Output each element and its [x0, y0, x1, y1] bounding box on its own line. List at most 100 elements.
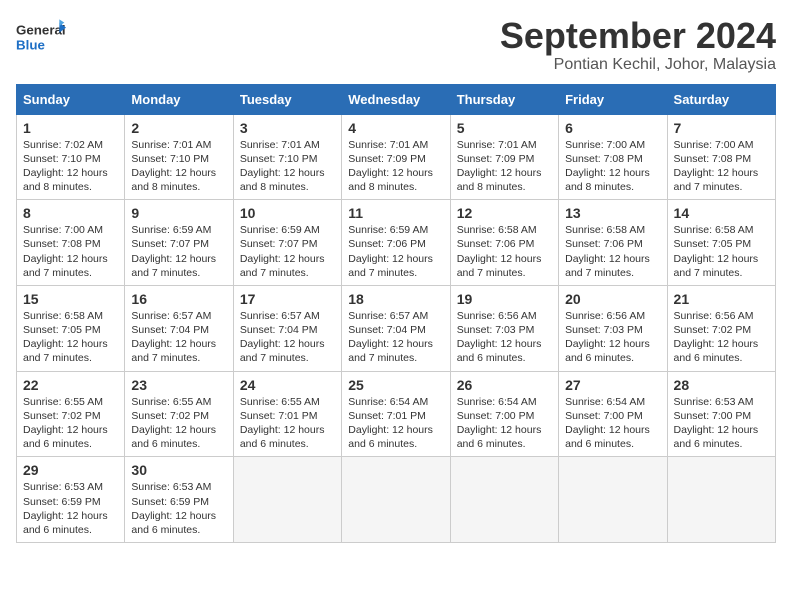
month-year-title: September 2024 — [500, 16, 776, 56]
day-info: Sunrise: 6:53 AMSunset: 6:59 PMDaylight:… — [23, 480, 118, 537]
calendar-cell: 3 Sunrise: 7:01 AMSunset: 7:10 PMDaylight… — [233, 114, 341, 200]
day-number: 6 — [565, 120, 660, 136]
day-of-week-header: Wednesday — [342, 84, 450, 114]
day-number: 1 — [23, 120, 118, 136]
day-info: Sunrise: 6:56 AMSunset: 7:03 PMDaylight:… — [565, 309, 660, 366]
calendar-cell — [559, 457, 667, 543]
day-info: Sunrise: 6:54 AMSunset: 7:01 PMDaylight:… — [348, 395, 443, 452]
day-info: Sunrise: 6:59 AMSunset: 7:07 PMDaylight:… — [131, 223, 226, 280]
calendar-table: SundayMondayTuesdayWednesdayThursdayFrid… — [16, 84, 776, 543]
day-number: 16 — [131, 291, 226, 307]
day-number: 23 — [131, 377, 226, 393]
calendar-cell: 19 Sunrise: 6:56 AMSunset: 7:03 PMDayligh… — [450, 285, 558, 371]
page-header: General Blue September 2024 Pontian Kech… — [16, 16, 776, 74]
calendar-cell: 7Sunrise: 7:00 AMSunset: 7:08 PMDaylight… — [667, 114, 775, 200]
day-number: 7 — [674, 120, 769, 136]
calendar-cell: 2 Sunrise: 7:01 AMSunset: 7:10 PMDaylight… — [125, 114, 233, 200]
day-number: 12 — [457, 205, 552, 221]
calendar-cell: 12 Sunrise: 6:58 AMSunset: 7:06 PMDayligh… — [450, 200, 558, 286]
calendar-cell: 13 Sunrise: 6:58 AMSunset: 7:06 PMDayligh… — [559, 200, 667, 286]
calendar-cell: 20 Sunrise: 6:56 AMSunset: 7:03 PMDayligh… — [559, 285, 667, 371]
day-info: Sunrise: 6:56 AMSunset: 7:03 PMDaylight:… — [457, 309, 552, 366]
day-info: Sunrise: 6:57 AMSunset: 7:04 PMDaylight:… — [240, 309, 335, 366]
calendar-header-row: SundayMondayTuesdayWednesdayThursdayFrid… — [17, 84, 776, 114]
day-number: 17 — [240, 291, 335, 307]
day-number: 20 — [565, 291, 660, 307]
day-number: 21 — [674, 291, 769, 307]
calendar-cell: 11Sunrise: 6:59 AMSunset: 7:06 PMDayligh… — [342, 200, 450, 286]
day-info: Sunrise: 6:54 AMSunset: 7:00 PMDaylight:… — [457, 395, 552, 452]
day-info: Sunrise: 6:57 AMSunset: 7:04 PMDaylight:… — [131, 309, 226, 366]
day-info: Sunrise: 6:55 AMSunset: 7:02 PMDaylight:… — [23, 395, 118, 452]
day-info: Sunrise: 7:02 AMSunset: 7:10 PMDaylight:… — [23, 138, 118, 195]
day-of-week-header: Tuesday — [233, 84, 341, 114]
day-info: Sunrise: 6:59 AMSunset: 7:07 PMDaylight:… — [240, 223, 335, 280]
day-number: 15 — [23, 291, 118, 307]
calendar-cell: 23Sunrise: 6:55 AMSunset: 7:02 PMDayligh… — [125, 371, 233, 457]
calendar-cell: 30 Sunrise: 6:53 AMSunset: 6:59 PMDayligh… — [125, 457, 233, 543]
calendar-cell: 27 Sunrise: 6:54 AMSunset: 7:00 PMDayligh… — [559, 371, 667, 457]
day-info: Sunrise: 6:58 AMSunset: 7:06 PMDaylight:… — [565, 223, 660, 280]
calendar-cell — [450, 457, 558, 543]
day-number: 27 — [565, 377, 660, 393]
calendar-week-row: 15 Sunrise: 6:58 AMSunset: 7:05 PMDayligh… — [17, 285, 776, 371]
day-info: Sunrise: 6:58 AMSunset: 7:05 PMDaylight:… — [674, 223, 769, 280]
day-info: Sunrise: 6:53 AMSunset: 6:59 PMDaylight:… — [131, 480, 226, 537]
day-of-week-header: Friday — [559, 84, 667, 114]
calendar-cell: 14Sunrise: 6:58 AMSunset: 7:05 PMDayligh… — [667, 200, 775, 286]
day-info: Sunrise: 6:54 AMSunset: 7:00 PMDaylight:… — [565, 395, 660, 452]
day-number: 3 — [240, 120, 335, 136]
day-info: Sunrise: 6:57 AMSunset: 7:04 PMDaylight:… — [348, 309, 443, 366]
calendar-cell: 18 Sunrise: 6:57 AMSunset: 7:04 PMDayligh… — [342, 285, 450, 371]
calendar-cell: 17 Sunrise: 6:57 AMSunset: 7:04 PMDayligh… — [233, 285, 341, 371]
day-number: 19 — [457, 291, 552, 307]
day-info: Sunrise: 7:01 AMSunset: 7:10 PMDaylight:… — [131, 138, 226, 195]
calendar-cell — [667, 457, 775, 543]
calendar-week-row: 8 Sunrise: 7:00 AMSunset: 7:08 PMDaylight… — [17, 200, 776, 286]
day-of-week-header: Saturday — [667, 84, 775, 114]
calendar-week-row: 22 Sunrise: 6:55 AMSunset: 7:02 PMDayligh… — [17, 371, 776, 457]
day-of-week-header: Thursday — [450, 84, 558, 114]
day-info: Sunrise: 6:58 AMSunset: 7:06 PMDaylight:… — [457, 223, 552, 280]
day-number: 30 — [131, 462, 226, 478]
day-number: 29 — [23, 462, 118, 478]
day-number: 18 — [348, 291, 443, 307]
day-of-week-header: Monday — [125, 84, 233, 114]
svg-text:Blue: Blue — [16, 37, 45, 52]
day-number: 9 — [131, 205, 226, 221]
day-number: 25 — [348, 377, 443, 393]
day-info: Sunrise: 6:58 AMSunset: 7:05 PMDaylight:… — [23, 309, 118, 366]
day-number: 10 — [240, 205, 335, 221]
logo-icon: General Blue — [16, 16, 66, 56]
day-number: 28 — [674, 377, 769, 393]
calendar-cell: 6Sunrise: 7:00 AMSunset: 7:08 PMDaylight… — [559, 114, 667, 200]
calendar-cell: 22 Sunrise: 6:55 AMSunset: 7:02 PMDayligh… — [17, 371, 125, 457]
calendar-cell: 4Sunrise: 7:01 AMSunset: 7:09 PMDaylight… — [342, 114, 450, 200]
calendar-cell — [342, 457, 450, 543]
day-info: Sunrise: 7:01 AMSunset: 7:10 PMDaylight:… — [240, 138, 335, 195]
calendar-cell: 9 Sunrise: 6:59 AMSunset: 7:07 PMDaylight… — [125, 200, 233, 286]
calendar-cell: 1 Sunrise: 7:02 AMSunset: 7:10 PMDaylight… — [17, 114, 125, 200]
day-info: Sunrise: 6:59 AMSunset: 7:06 PMDaylight:… — [348, 223, 443, 280]
calendar-cell: 21Sunrise: 6:56 AMSunset: 7:02 PMDayligh… — [667, 285, 775, 371]
calendar-cell: 8 Sunrise: 7:00 AMSunset: 7:08 PMDaylight… — [17, 200, 125, 286]
day-info: Sunrise: 7:01 AMSunset: 7:09 PMDaylight:… — [457, 138, 552, 195]
title-section: September 2024 Pontian Kechil, Johor, Ma… — [500, 16, 776, 74]
day-number: 4 — [348, 120, 443, 136]
calendar-cell — [233, 457, 341, 543]
svg-text:General: General — [16, 22, 66, 37]
day-number: 24 — [240, 377, 335, 393]
logo: General Blue — [16, 16, 66, 56]
day-info: Sunrise: 6:55 AMSunset: 7:01 PMDaylight:… — [240, 395, 335, 452]
calendar-cell: 5 Sunrise: 7:01 AMSunset: 7:09 PMDaylight… — [450, 114, 558, 200]
day-number: 22 — [23, 377, 118, 393]
day-info: Sunrise: 7:00 AMSunset: 7:08 PMDaylight:… — [23, 223, 118, 280]
location-subtitle: Pontian Kechil, Johor, Malaysia — [500, 56, 776, 74]
day-number: 13 — [565, 205, 660, 221]
calendar-cell: 15 Sunrise: 6:58 AMSunset: 7:05 PMDayligh… — [17, 285, 125, 371]
day-number: 26 — [457, 377, 552, 393]
calendar-cell: 25 Sunrise: 6:54 AMSunset: 7:01 PMDayligh… — [342, 371, 450, 457]
day-number: 2 — [131, 120, 226, 136]
day-number: 8 — [23, 205, 118, 221]
day-number: 5 — [457, 120, 552, 136]
